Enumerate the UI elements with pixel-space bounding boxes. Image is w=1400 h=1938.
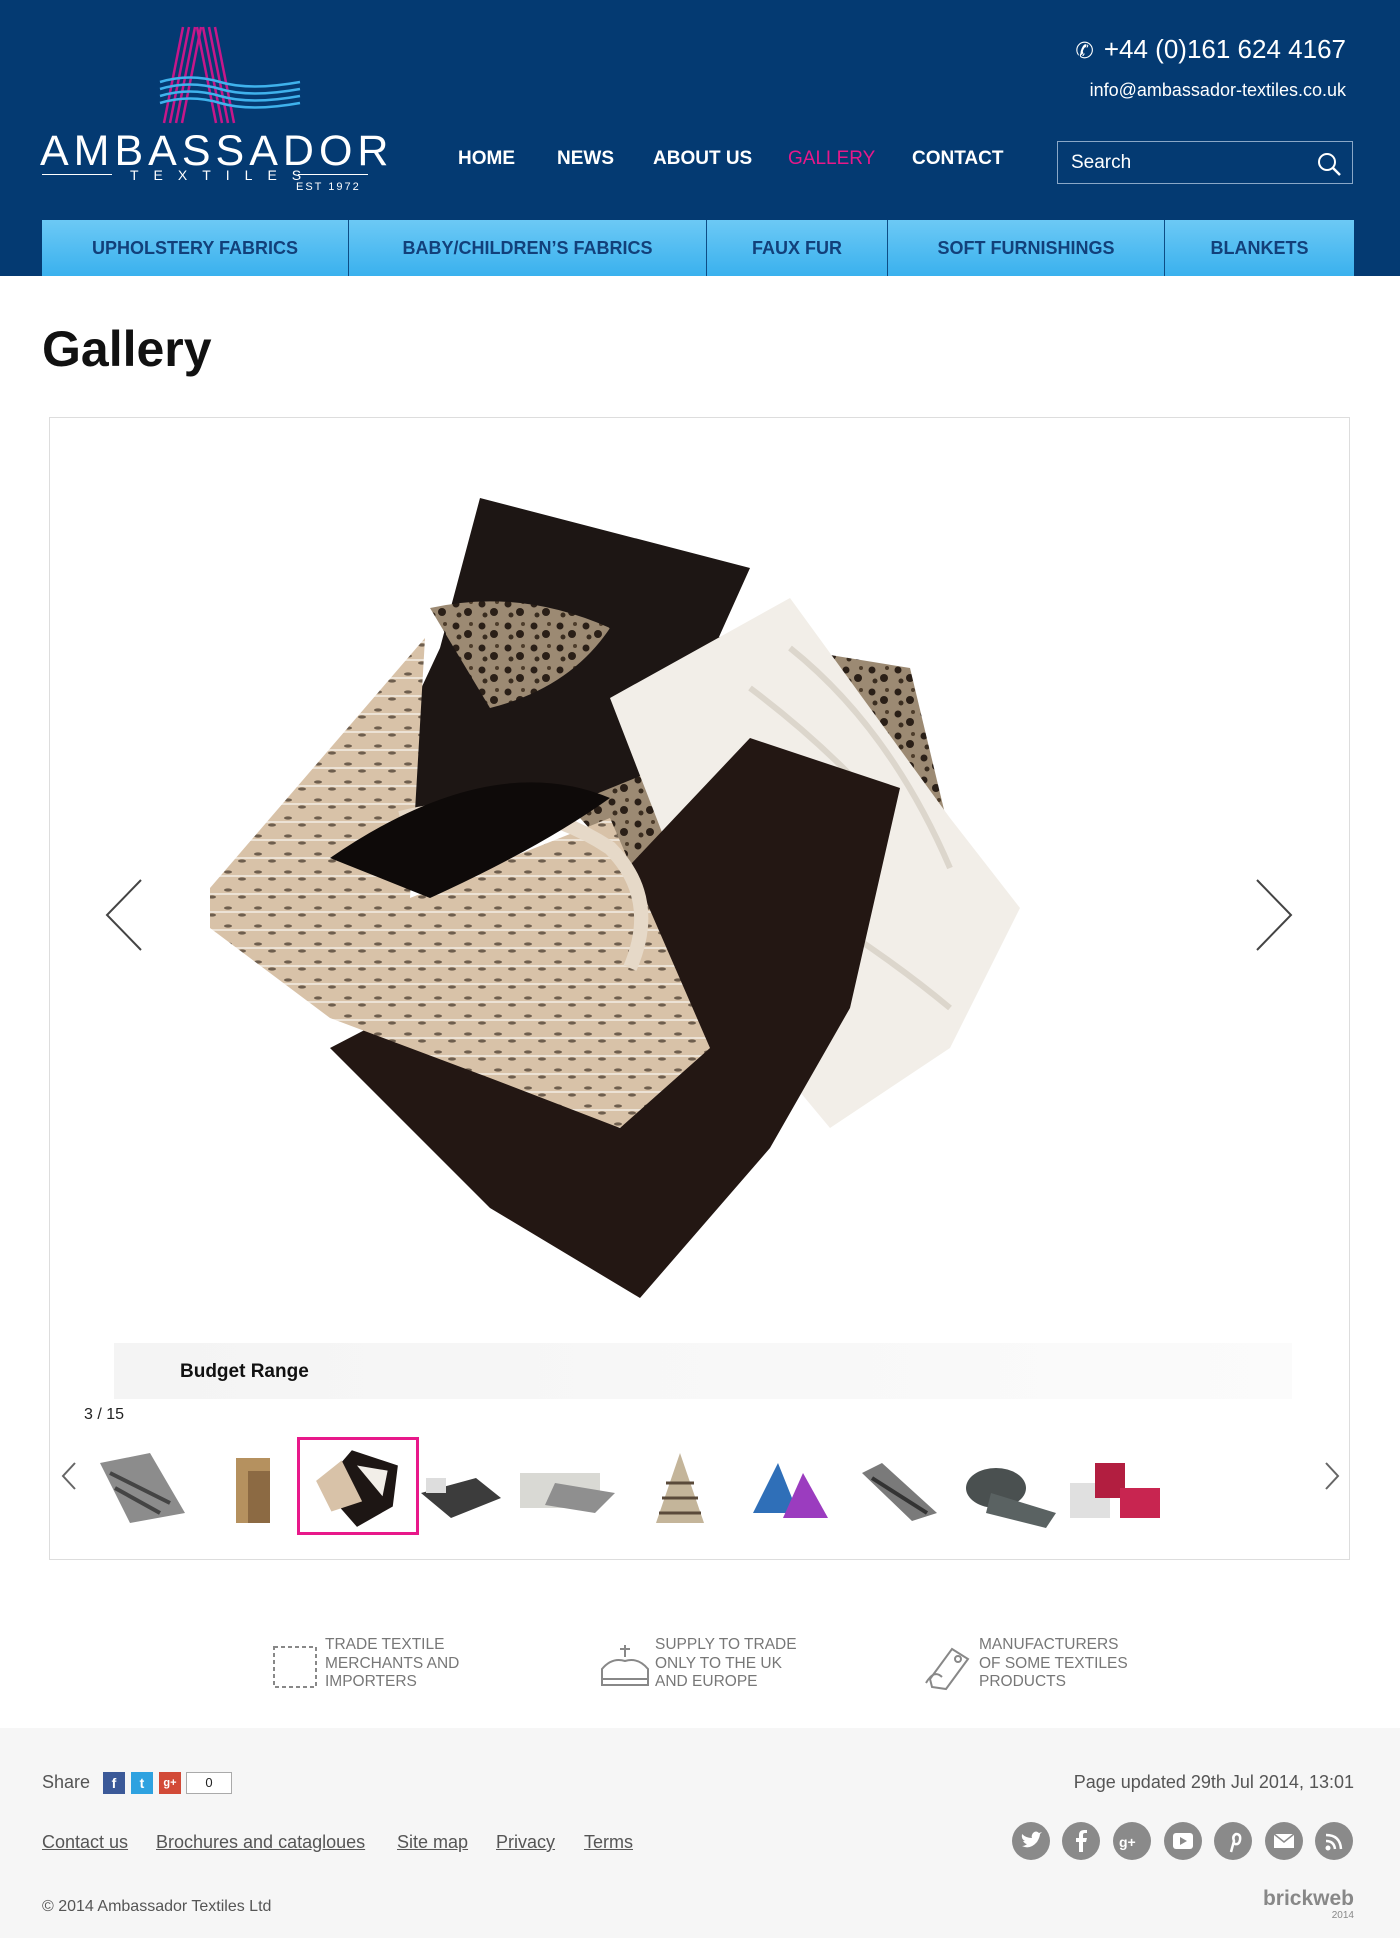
gallery-previous-arrow[interactable] [105,878,145,952]
nav-home[interactable]: HOME [458,148,515,170]
footer-link-terms[interactable]: Terms [584,1832,633,1853]
share-count: 0 [186,1772,232,1794]
tag-icon [925,1647,970,1691]
category-upholstery-fabrics[interactable]: UPHOLSTERY FABRICS [42,220,349,276]
google-plus-share-icon[interactable]: g+ [159,1772,181,1794]
phone-text: +44 (0)161 624 4167 [1103,34,1346,64]
gallery-thumbnail-selected[interactable] [297,1437,419,1535]
footer-link-contact-us[interactable]: Contact us [42,1832,128,1853]
category-soft-furnishings[interactable]: SOFT FURNISHINGS [888,220,1165,276]
nav-about-us[interactable]: ABOUT US [653,148,752,170]
gallery-main-image[interactable] [190,488,1210,1348]
gallery-next-arrow[interactable] [1253,878,1293,952]
search-icon[interactable] [1316,151,1342,177]
category-navigation: UPHOLSTERY FABRICS BABY/CHILDREN’S FABRI… [42,220,1354,276]
nav-contact[interactable]: CONTACT [912,148,1003,170]
svg-text:g+: g+ [1119,1834,1136,1850]
nav-gallery[interactable]: GALLERY [788,148,875,170]
gallery-thumbnail[interactable] [842,1443,954,1533]
feature-line: SUPPLY TO TRADE [655,1636,797,1653]
phone-icon: ✆ [1075,38,1094,63]
page-updated: Page updated 29th Jul 2014, 13:01 [1073,1772,1354,1792]
email-link[interactable]: info@ambassador-textiles.co.uk [1090,80,1346,101]
footer-link-brochures[interactable]: Brochures and catagloues [156,1832,365,1853]
youtube-icon[interactable] [1164,1822,1202,1860]
gallery-thumbnail[interactable] [733,1443,845,1533]
footer-link-privacy[interactable]: Privacy [496,1832,555,1853]
gallery-thumbnail[interactable] [951,1443,1063,1533]
ambassador-logo[interactable]: AMBASSADOR TEXTILES EST 1972 [40,25,388,195]
logo-divider [298,174,368,175]
logo-mark-icon [159,26,301,124]
search-box [1057,141,1353,184]
facebook-share-icon[interactable]: f [103,1772,125,1794]
brickweb-year: 2014 [1331,1910,1354,1921]
site-footer: Share f t g+ 0 Page updated 29th Jul 201… [0,1728,1400,1938]
logo-established: EST 1972 [296,181,361,193]
brickweb-credit[interactable]: brickweb [1263,1887,1354,1911]
phone-number[interactable]: ✆ +44 (0)161 624 4167 [1075,34,1346,65]
pinterest-icon[interactable] [1214,1822,1252,1860]
page-title: Gallery [42,321,212,377]
thumbnails-next-arrow[interactable] [1324,1461,1340,1491]
feature-line: ONLY TO THE UK [655,1654,782,1672]
copyright: © 2014 Ambassador Textiles Ltd [42,1898,272,1915]
image-counter: 3 / 15 [84,1406,125,1423]
gallery-thumbnail[interactable] [624,1443,736,1533]
footer-link-site-map[interactable]: Site map [397,1832,468,1853]
gallery-thumbnail[interactable] [406,1443,518,1533]
category-baby-childrens-fabrics[interactable]: BABY/CHILDREN’S FABRICS [349,220,707,276]
rss-icon[interactable] [1315,1822,1353,1860]
feature-line: MANUFACTURERS [979,1636,1119,1653]
thumbnails-previous-arrow[interactable] [61,1461,77,1491]
google-plus-icon[interactable]: g+ [1113,1822,1151,1860]
crown-icon [601,1645,649,1686]
gallery-thumbnail[interactable] [515,1443,627,1533]
gallery-thumbnail[interactable] [198,1443,310,1533]
feature-line: PRODUCTS [979,1673,1066,1690]
feature-line: MERCHANTS AND [325,1654,460,1672]
search-input[interactable] [1058,142,1308,183]
share-label: Share [42,1772,91,1792]
fur-throws-photo [210,498,1020,1298]
stamp-icon [273,1646,317,1688]
image-caption: Budget Range [180,1361,309,1382]
logo-subtitle: TEXTILES [130,167,317,183]
gallery-thumbnail[interactable] [1060,1443,1172,1533]
site-header: AMBASSADOR TEXTILES EST 1972 ✆ +44 (0)161… [0,0,1400,276]
email-icon[interactable] [1265,1822,1303,1860]
thumbnail-strip [90,1433,1310,1535]
category-blankets[interactable]: BLANKETS [1165,220,1354,276]
feature-line: IMPORTERS [325,1673,417,1690]
twitter-share-icon[interactable]: t [131,1772,153,1794]
facebook-icon[interactable] [1062,1822,1100,1860]
feature-line: TRADE TEXTILE [325,1636,445,1653]
twitter-icon[interactable] [1012,1822,1050,1860]
image-gallery: Budget Range 3 / 15 [49,417,1350,1560]
feature-line: OF SOME TEXTILES [979,1654,1128,1672]
logo-divider [42,174,112,175]
caption-bar: Budget Range [114,1343,1292,1399]
gallery-thumbnail[interactable] [90,1443,202,1533]
feature-line: AND EUROPE [655,1673,758,1690]
nav-news[interactable]: NEWS [557,148,614,170]
category-faux-fur[interactable]: FAUX FUR [707,220,888,276]
